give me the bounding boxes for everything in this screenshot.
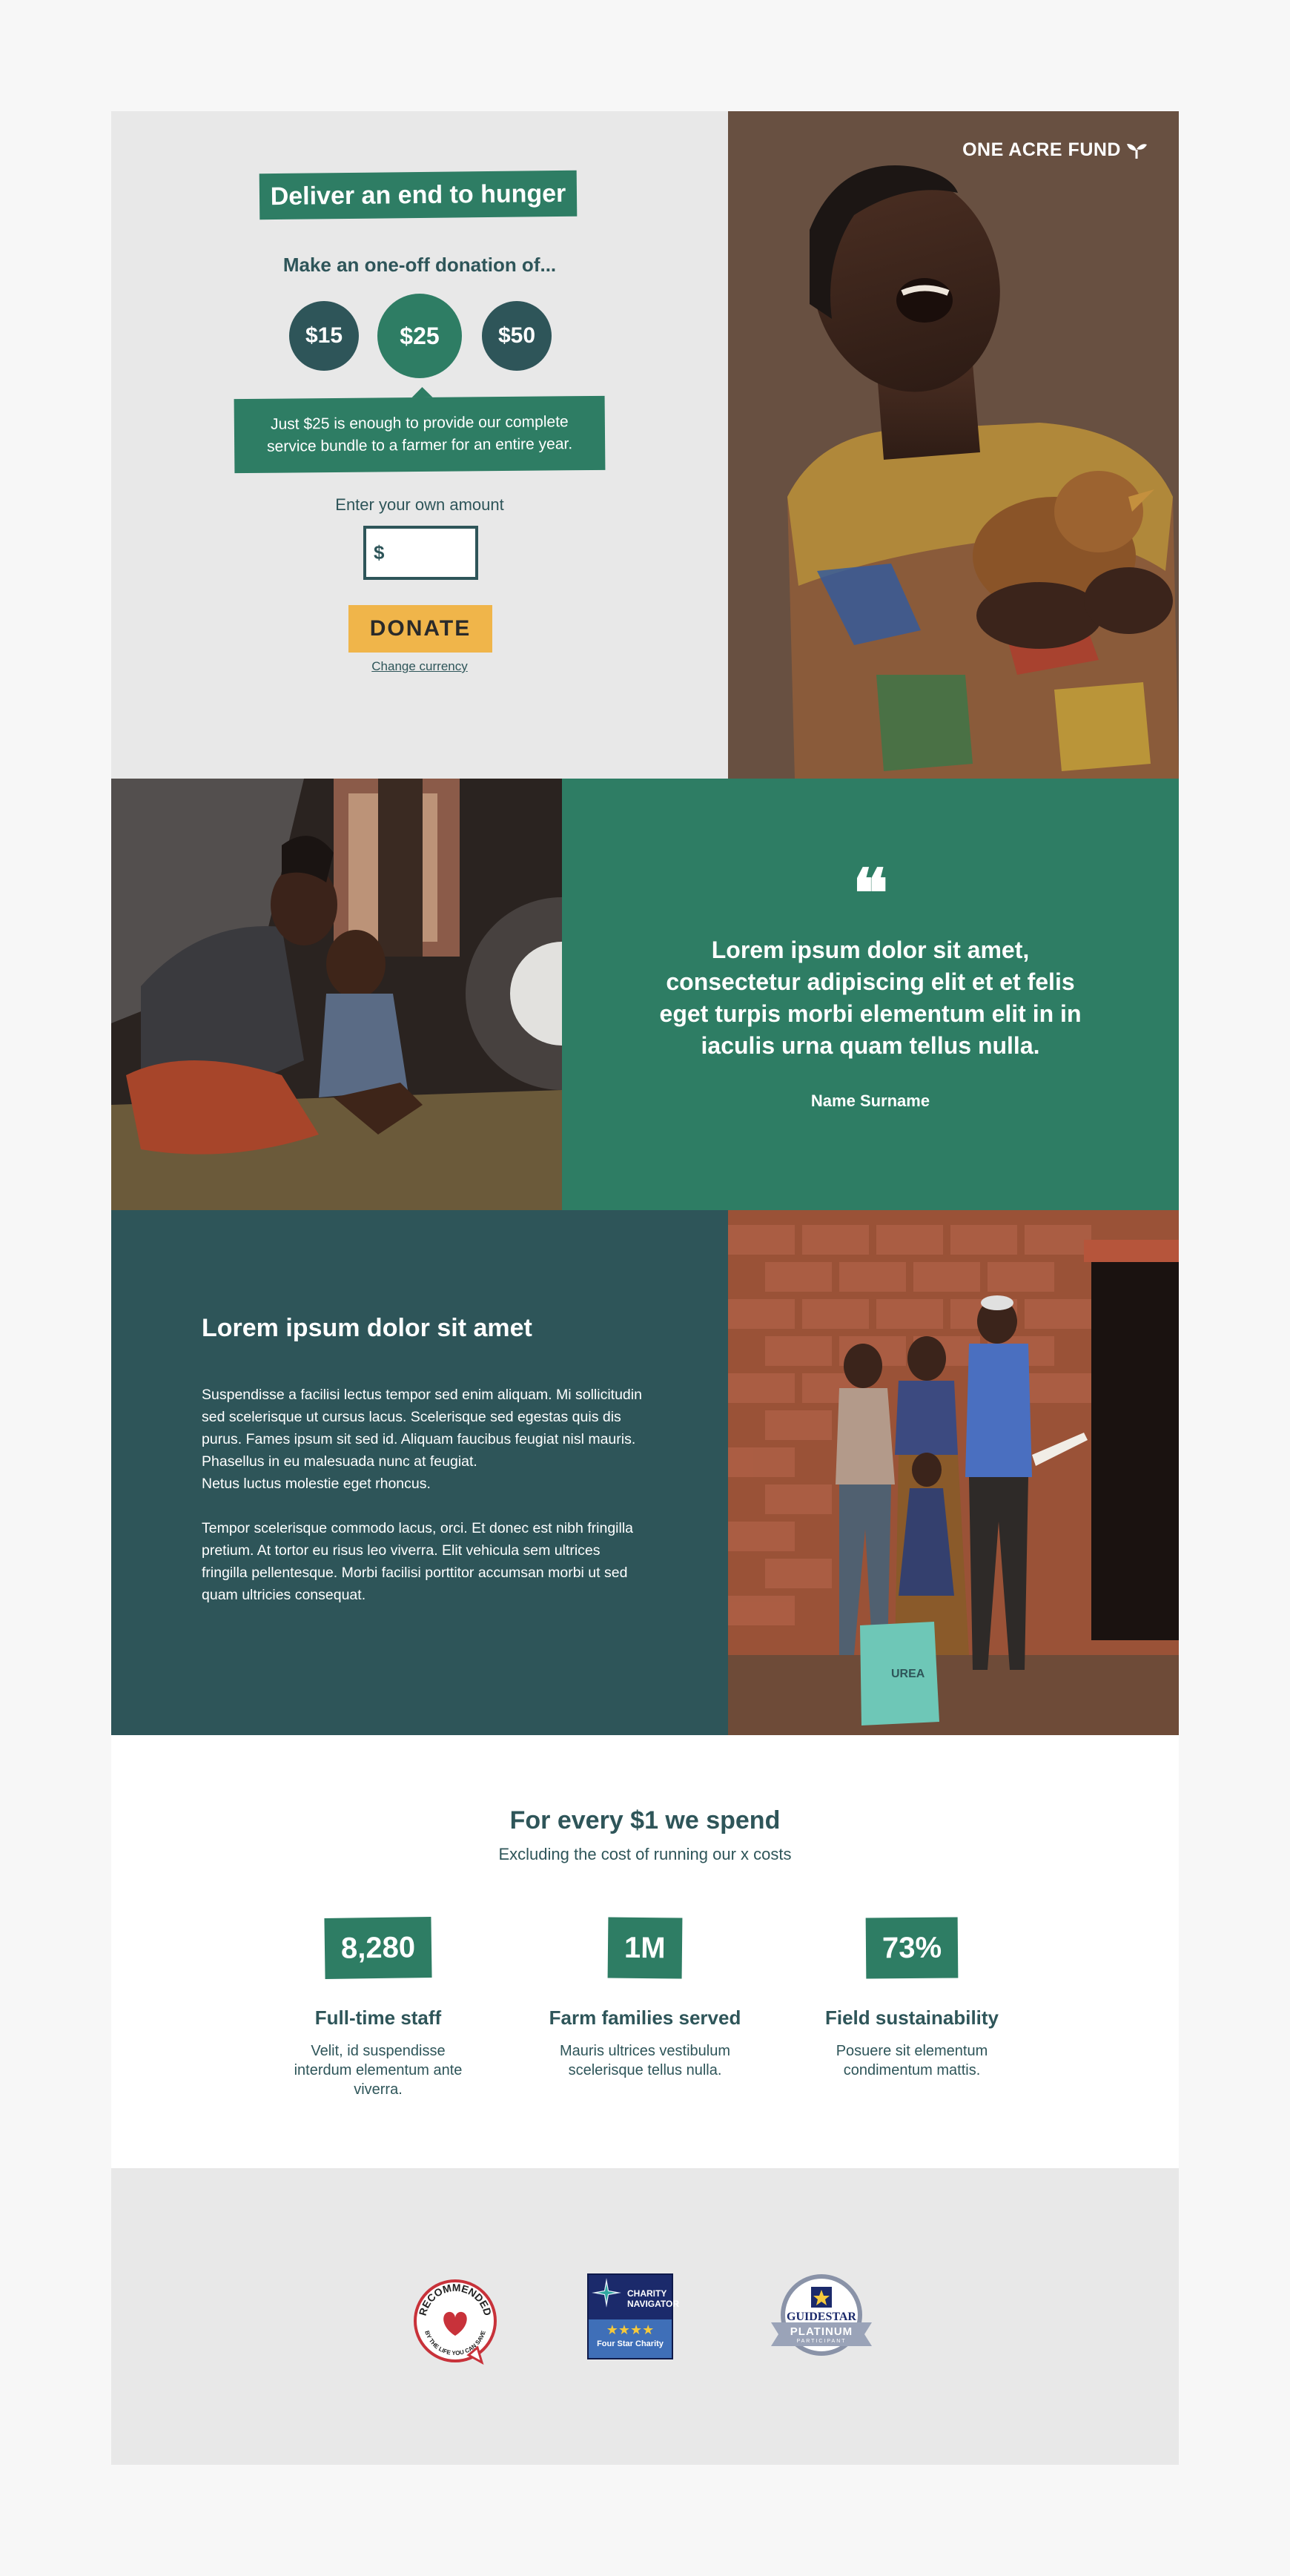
sprout-icon	[1127, 143, 1147, 159]
amount-tooltip: Just $25 is enough to provide our comple…	[234, 395, 606, 474]
mother-child-illustration	[111, 779, 562, 1210]
charity-navigator-badge[interactable]: CHARITY NAVIGATOR ★★★★ Four Star Charity	[587, 2273, 679, 2359]
compass-star-icon	[592, 2278, 621, 2308]
charity-navigator-footer: ★★★★ Four Star Charity	[589, 2319, 672, 2358]
stat-label: Full-time staff	[314, 2007, 442, 2029]
donate-button[interactable]: DONATE	[348, 605, 492, 653]
quote-panel: ❝ Lorem ipsum dolor sit amet, consectetu…	[562, 779, 1179, 1210]
guidestar-name: GUIDESTAR	[787, 2311, 856, 2323]
story-paragraph-1b: Netus luctus molestie eget rhoncus.	[202, 1476, 431, 1492]
story-section: Lorem ipsum dolor sit amet Suspendisse a…	[111, 1210, 1179, 1735]
donation-panel: Deliver an end to hunger Make an one-off…	[111, 111, 728, 779]
story-panel: Lorem ipsum dolor sit amet Suspendisse a…	[111, 1210, 728, 1735]
woman-with-chicken-image	[728, 111, 1179, 779]
charity-navigator-name: CHARITY NAVIGATOR	[627, 2288, 679, 2309]
story-paragraph-1: Suspendisse a facilisi lectus tempor sed…	[202, 1387, 642, 1470]
family-image: UREA	[728, 1210, 1179, 1735]
stats-title: For every $1 we spend	[509, 1806, 781, 1834]
trust-badges-section: RECOMMENDED BY THE LIFE YOU CAN SAVE CHA…	[111, 2168, 1179, 2465]
story-paragraph-2: Tempor scelerisque commodo lacus, orci. …	[202, 1520, 634, 1603]
charity-navigator-line1: CHARITY	[627, 2288, 667, 2299]
amount-15-button[interactable]: $15	[289, 301, 359, 371]
stat-card: 73% Field sustainability Posuere sit ele…	[793, 1917, 1031, 2080]
rating-stars: ★★★★	[606, 2322, 655, 2337]
brand-logo-text: ONE ACRE FUND	[962, 139, 1121, 160]
quote-section: ❝ Lorem ipsum dolor sit amet, consectetu…	[111, 779, 1179, 1210]
currency-symbol: $	[374, 541, 385, 564]
stat-label: Field sustainability	[824, 2007, 999, 2029]
story-title: Lorem ipsum dolor sit amet	[202, 1314, 532, 1342]
donation-page: Deliver an end to hunger Make an one-off…	[111, 111, 1179, 2465]
guidestar-badge[interactable]: GUIDESTAR PLATINUM PARTICIPANT	[764, 2273, 879, 2361]
stats-section: For every $1 we spend Excluding the cost…	[111, 1735, 1179, 2168]
change-currency-link[interactable]: Change currency	[111, 659, 728, 674]
own-amount-label: Enter your own amount	[335, 495, 504, 514]
stat-description: Velit, id suspendisse interdum elementum…	[294, 2043, 463, 2098]
guidestar-level: PLATINUM	[790, 2325, 853, 2338]
quote-icon: ❝	[852, 854, 889, 933]
quote-text: Lorem ipsum dolor sit amet, consectetur …	[659, 937, 1082, 1059]
hero-photo: ONE ACRE FUND	[728, 111, 1179, 779]
donation-subhead: Make an one-off donation of...	[282, 254, 557, 276]
svg-text:UREA: UREA	[891, 1668, 925, 1680]
stat-description: Mauris ultrices vestibulum scelerisque t…	[559, 2043, 731, 2078]
mother-and-child-image	[111, 779, 562, 1210]
stat-label: Farm families served	[549, 2007, 741, 2029]
headline: Deliver an end to hunger	[259, 170, 578, 220]
own-amount-input[interactable]	[388, 538, 463, 568]
brand-logo[interactable]: ONE ACRE FUND	[962, 139, 1148, 161]
stat-value: 8,280	[324, 1916, 432, 1980]
amount-50-button[interactable]: $50	[482, 301, 552, 371]
stat-card: 8,280 Full-time staff Velit, id suspendi…	[259, 1916, 497, 2099]
stats-subtitle: Excluding the cost of running our x cost…	[498, 1845, 792, 1863]
quote-author: Name Surname	[810, 1092, 930, 1110]
stat-card: 1M Farm families served Mauris ultrices …	[526, 1917, 764, 2080]
family-illustration: UREA	[728, 1210, 1179, 1735]
stat-value: 1M	[607, 1917, 683, 1979]
charity-navigator-rating: Four Star Charity	[597, 2339, 664, 2348]
guidestar-sub: PARTICIPANT	[796, 2339, 847, 2344]
own-amount-field[interactable]: $	[363, 526, 478, 580]
story-body: Suspendisse a facilisi lectus tempor sed…	[202, 1384, 646, 1628]
stat-value: 73%	[865, 1917, 959, 1979]
charity-navigator-line2: NAVIGATOR	[627, 2299, 680, 2309]
hero-section: Deliver an end to hunger Make an one-off…	[111, 111, 1179, 779]
recommended-badge[interactable]: RECOMMENDED BY THE LIFE YOU CAN SAVE	[409, 2275, 501, 2367]
amount-25-button[interactable]: $25	[377, 294, 462, 378]
stat-description: Posuere sit elementum condimentum mattis…	[836, 2043, 988, 2078]
